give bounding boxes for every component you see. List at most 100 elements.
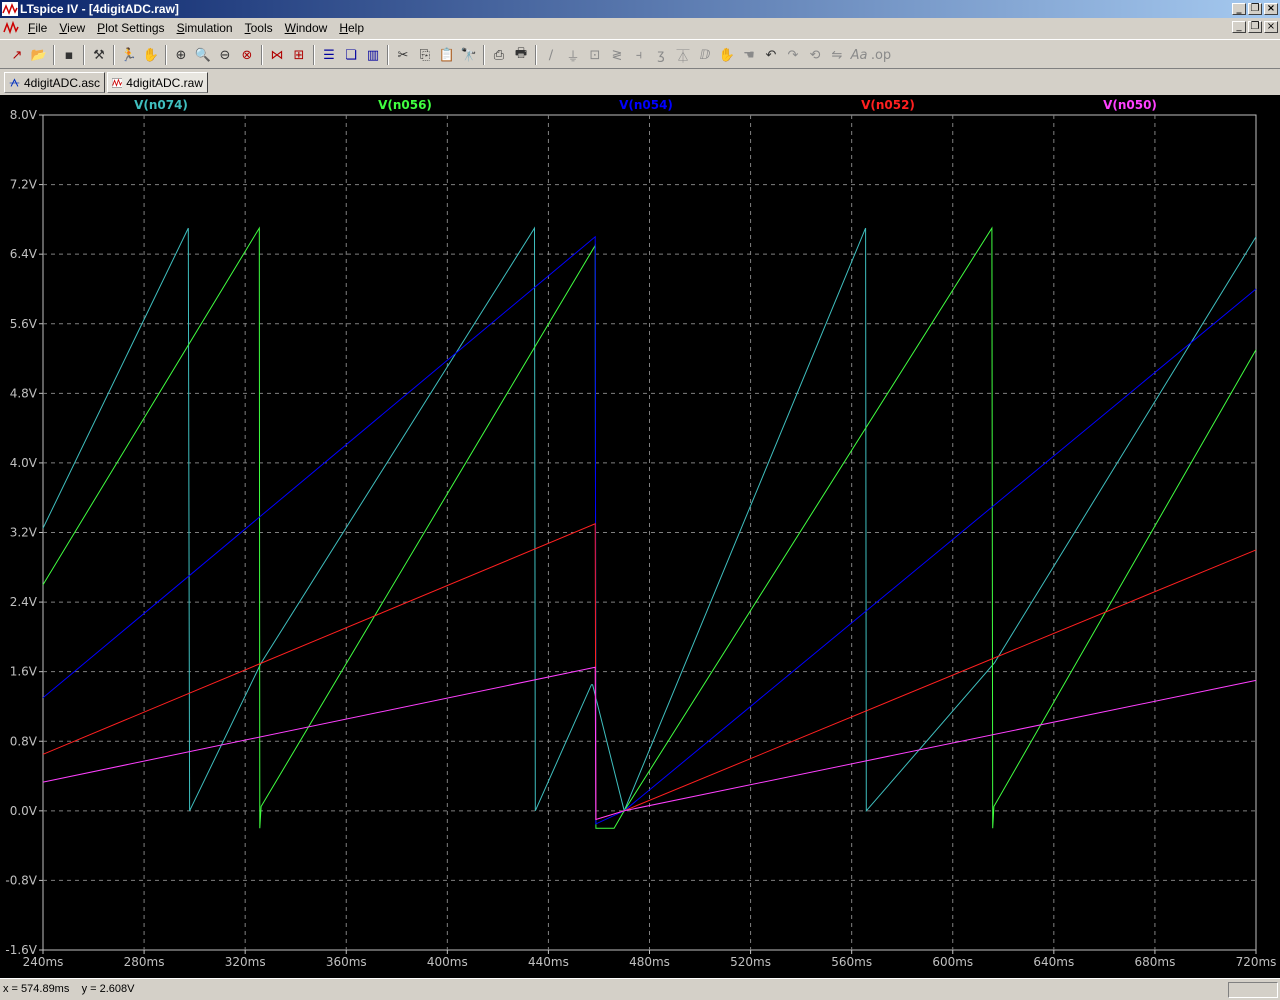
title-bar: LTspice IV - [4digitADC.raw] _ ❐ × [0,0,1280,18]
cursor-readout: x = 574.89ms y = 2.608V [3,983,134,995]
toolbar-separator [53,45,55,65]
x-tick-label: 400ms [427,955,468,969]
waveform-icon [112,77,123,88]
wire-icon[interactable]: ∕ [540,44,562,66]
menu-help[interactable]: Help [333,21,370,35]
redo-icon[interactable]: ↷ [782,44,804,66]
autorange-icon[interactable]: ⋈ [266,44,288,66]
menu-plot-settings[interactable]: Plot Settings [91,21,170,35]
toolbar-separator [313,45,315,65]
x-tick-label: 680ms [1134,955,1175,969]
y-tick-label: 0.8V [10,734,38,748]
x-tick-label: 600ms [932,955,973,969]
cut-icon[interactable]: ✂ [392,44,414,66]
save-icon[interactable]: ▪ [58,44,80,66]
tab-schematic[interactable]: 4digitADC.asc [4,72,105,93]
undo-icon[interactable]: ↶ [760,44,782,66]
component-icon[interactable]: ⅅ [694,44,716,66]
y-tick-label: 6.4V [10,247,38,261]
toolbar-separator [483,45,485,65]
text-icon[interactable]: Aa [848,44,870,66]
spice-directive-icon[interactable]: .op [870,44,892,66]
toolbar-separator [165,45,167,65]
open-icon[interactable]: 📂 [28,44,50,66]
tile-horizontal-icon[interactable]: ☰ [318,44,340,66]
resistor-icon[interactable]: ≷ [606,44,628,66]
menu-bar: File View Plot Settings Simulation Tools… [0,18,1280,38]
trace-label: V(n052) [861,98,915,112]
menu-file[interactable]: File [22,21,53,35]
capacitor-icon[interactable]: ⫞ [628,44,650,66]
x-tick-label: 520ms [730,955,771,969]
toolbar-separator [83,45,85,65]
move-icon[interactable]: ✋ [716,44,738,66]
y-tick-label: -1.6V [5,943,37,957]
tab-label: 4digitADC.raw [126,75,203,90]
label-net-icon[interactable]: ⊡ [584,44,606,66]
y-readout: y = 2.608V [81,983,135,995]
waveform-plot-pane[interactable]: 240ms 280ms 320ms 360ms 400ms 440ms 480ms 520ms… [0,95,1280,978]
toolbar-separator [387,45,389,65]
status-bar: x = 574.89ms y = 2.608V [0,978,1280,1000]
waveform-doc-icon[interactable] [3,20,19,36]
minimize-button[interactable]: _ [1232,3,1246,15]
restore-button[interactable]: ❐ [1248,3,1262,15]
y-tick-label: 3.2V [10,526,38,540]
window-title: LTspice IV - [4digitADC.raw] [20,2,179,16]
y-tick-label: 4.0V [10,456,38,470]
tab-waveform[interactable]: 4digitADC.raw [107,72,208,93]
trace-label: V(n074) [134,98,188,112]
print-preview-icon[interactable]: ⎙ [488,44,510,66]
doc-restore-button[interactable]: ❐ [1248,21,1262,33]
run-icon[interactable]: 🏃 [118,44,140,66]
find-icon[interactable]: 🔭 [458,44,480,66]
y-tick-label: 5.6V [10,317,38,331]
menu-view[interactable]: View [53,21,91,35]
diode-icon[interactable]: ⏄ [672,44,694,66]
drag-icon[interactable]: ☚ [738,44,760,66]
doc-close-button[interactable]: × [1264,21,1278,33]
toolbar-separator [261,45,263,65]
new-schematic-icon[interactable]: ↗ [6,44,28,66]
x-tick-label: 280ms [124,955,165,969]
trace-label: V(n056) [378,98,432,112]
menu-window[interactable]: Window [279,21,334,35]
halt-icon[interactable]: ✋ [140,44,162,66]
print-icon[interactable]: 🖶 [510,44,532,66]
menu-simulation[interactable]: Simulation [171,21,239,35]
trace-label: V(n050) [1103,98,1157,112]
document-tab-bar: 4digitADC.asc 4digitADC.raw [0,70,1280,94]
paste-icon[interactable]: 📋 [436,44,458,66]
x-tick-label: 480ms [629,955,670,969]
menu-tools[interactable]: Tools [239,21,279,35]
toolbar-separator [113,45,115,65]
x-tick-label: 560ms [831,955,872,969]
close-button[interactable]: × [1264,3,1278,15]
zoom-area-icon[interactable]: 🔍 [192,44,214,66]
control-panel-icon[interactable]: ⚒ [88,44,110,66]
y-tick-label: 4.8V [10,386,38,400]
rotate-icon[interactable]: ⟲ [804,44,826,66]
inductor-icon[interactable]: ʒ [650,44,672,66]
trace-line-vn052 [42,523,1257,821]
cascade-icon[interactable]: ❏ [340,44,362,66]
x-readout: x = 574.89ms [3,983,70,995]
grid-icon[interactable]: ⊞ [288,44,310,66]
y-tick-label: 2.4V [10,595,38,609]
x-tick-label: 240ms [23,955,64,969]
waveform-chart[interactable]: 240ms 280ms 320ms 360ms 400ms 440ms 480ms 520ms… [0,95,1280,978]
zoom-in-icon[interactable]: ⊕ [170,44,192,66]
doc-minimize-button[interactable]: _ [1232,21,1246,33]
x-tick-label: 640ms [1033,955,1074,969]
tile-vertical-icon[interactable]: ▥ [362,44,384,66]
ground-icon[interactable]: ⏚ [562,44,584,66]
copy-icon[interactable]: ⎘ [414,44,436,66]
schematic-icon [9,77,20,87]
x-tick-label: 320ms [225,955,266,969]
zoom-cancel-icon[interactable]: ⊗ [236,44,258,66]
x-tick-label: 720ms [1236,955,1277,969]
mirror-icon[interactable]: ⇋ [826,44,848,66]
y-tick-label: 0.0V [10,804,38,818]
ltspice-app-icon [2,2,18,16]
zoom-out-icon[interactable]: ⊖ [214,44,236,66]
